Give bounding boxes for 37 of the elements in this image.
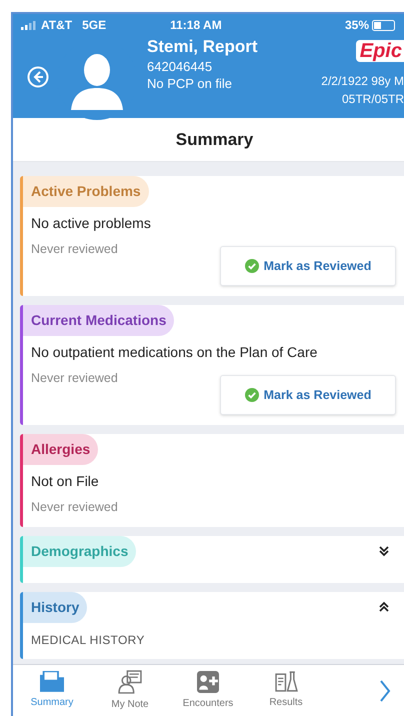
patient-unit: 05TR/05TR (342, 91, 404, 108)
patient-mrn: 642046445 (147, 58, 214, 75)
section-text: No active problems (30, 214, 152, 233)
review-status: Never reviewed (31, 499, 118, 516)
patient-name: Stemi, Report (147, 36, 258, 58)
check-icon (244, 388, 259, 402)
signal-icon (21, 20, 37, 30)
page-title: Summary (176, 128, 254, 151)
battery-percent: 35% (344, 17, 369, 34)
section-text: No outpatient medications on the Plan of Care (30, 343, 318, 362)
section-text: Not on File (30, 472, 100, 491)
section-title[interactable]: Current Medications (23, 305, 174, 336)
status-time: 11:18 AM (170, 17, 222, 34)
section-title[interactable]: Active Problems (23, 176, 149, 207)
review-status: Never reviewed (31, 241, 118, 258)
subheading: MEDICAL HISTORY (30, 632, 146, 649)
mark-reviewed-button[interactable]: Mark as Reviewed (220, 246, 396, 286)
section-title[interactable]: Demographics (23, 536, 136, 567)
review-status: Never reviewed (31, 370, 118, 387)
mark-reviewed-button[interactable]: Mark as Reviewed (220, 375, 396, 415)
carrier: AT&T (41, 17, 72, 34)
expand-icon[interactable] (378, 545, 390, 558)
nav-tab[interactable]: My Note (91, 665, 169, 716)
section-title[interactable]: Allergies (23, 434, 98, 465)
back-icon[interactable] (27, 66, 49, 88)
network-type: 5GE (82, 17, 106, 34)
logo: Epic (356, 40, 404, 62)
nav-tab[interactable]: Summary (13, 665, 91, 716)
nav-tab[interactable]: Encounters (169, 665, 247, 716)
section-title[interactable]: History (23, 592, 88, 623)
nav-tab[interactable]: Results (247, 665, 325, 716)
patient-pcp: No PCP on file (147, 75, 234, 93)
check-icon (244, 259, 259, 273)
battery-icon (372, 20, 396, 30)
chevron-right-icon (379, 678, 391, 702)
patient-dob-age-sex: 2/2/1922 98y M (321, 73, 404, 90)
collapse-icon[interactable] (378, 601, 390, 614)
